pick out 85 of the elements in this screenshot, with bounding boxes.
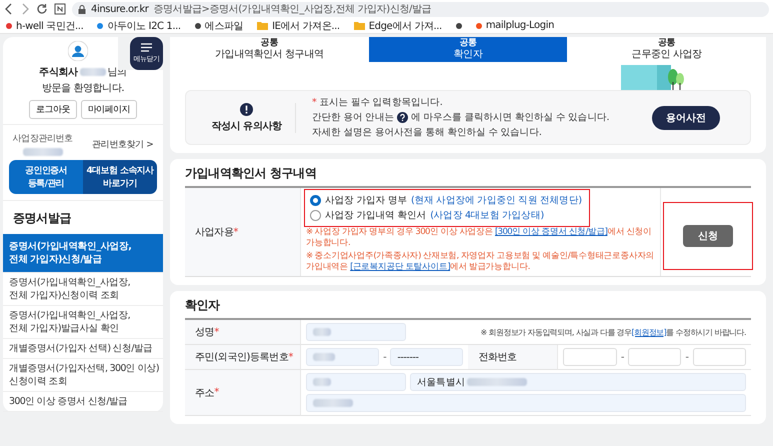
bookmark-link[interactable]: IE에서 가져온... — [272, 18, 340, 32]
bookmark-link[interactable]: h-well 국민건... — [16, 18, 84, 32]
back-icon — [4, 3, 14, 15]
warning-note: ※ 사업장 가입자 명부의 경우 300인 이상 사업장은 [300인 이상 증명서 신청/발급]에서 신청이 가능합니다. — [306, 227, 653, 249]
input-field[interactable] — [306, 348, 380, 366]
sidebar-menu-item[interactable]: 증명서(가입내역확인_사업장, 전체 가입자)신청이력 조회 — [3, 273, 163, 306]
address-bar[interactable]: 4insure.or.kr 증명서발급>증명서(가입내역확인_사업장,전체 가입자)신청/발급 — [72, 2, 769, 16]
glossary-button[interactable]: 용어사전 — [652, 106, 720, 130]
required-mark: * — [214, 326, 219, 338]
url-host: 4insure.or.kr — [91, 4, 148, 14]
quick-link-button[interactable]: 4대보험 소속지사 바로가기 — [83, 160, 157, 194]
separator-text: - — [620, 352, 624, 362]
field-label: 주민(외국인)등록번호 — [195, 351, 288, 364]
field-label: 성명 — [195, 326, 214, 339]
field-label: 주소 — [195, 386, 214, 400]
step-tab[interactable]: 공통 가입내역확인서 청구내역 — [170, 37, 369, 64]
apply-button[interactable]: 신청 — [683, 225, 733, 247]
field-label: 사업장관리번호 — [12, 133, 73, 145]
input-field[interactable] — [306, 394, 746, 412]
forward-icon — [20, 3, 30, 15]
company-name: 주식회사 — [39, 66, 78, 79]
bookmark-dot-icon — [6, 22, 12, 28]
required-mark: * — [233, 226, 238, 238]
bookmark-link[interactable]: 에스파일 — [204, 18, 244, 32]
radio-button[interactable] — [310, 210, 321, 221]
blurred-text — [22, 148, 63, 156]
field-label: 사업자용 — [195, 226, 234, 239]
option-label: 사업장 가입자 명부 — [325, 194, 408, 207]
folder-icon — [257, 21, 268, 30]
sidebar-menu-item[interactable]: 개별증명서(가입자 선택) 신청/발급 — [3, 339, 163, 359]
input-field[interactable]: 서울특별시 — [410, 373, 746, 391]
notice-text: 간단한 용어 안내는 — [312, 111, 394, 124]
notice-text: 에 마우스를 클릭하시면 확인하실 수 있습니다. — [411, 111, 610, 124]
step-tab[interactable]: 공통 확인자 — [368, 37, 568, 64]
input-field[interactable] — [306, 373, 406, 391]
page-link[interactable]: [근로복지공단 토탈사이트] — [350, 262, 450, 272]
required-mark: * — [288, 352, 294, 362]
alert-icon — [240, 102, 253, 116]
blurred-text — [80, 68, 106, 76]
greeting-text: 방문을 환영합니다. — [40, 82, 126, 95]
input-field[interactable] — [306, 323, 406, 341]
option-note: (사업장 4대보험 가입상태) — [430, 209, 544, 222]
notice-text: 표시는 필수 입력항목입니다. — [319, 96, 442, 109]
input-field[interactable] — [692, 348, 746, 366]
input-field[interactable] — [563, 348, 617, 366]
input-field[interactable]: ------- — [390, 348, 464, 366]
help-icon — [397, 112, 408, 123]
option-label: 사업장 가입내역 확인서 — [325, 209, 426, 222]
notice-text: 자세한 설명은 용어사전을 통해 확인하실 수 있습니다. — [312, 126, 543, 139]
separator-text: - — [383, 352, 386, 362]
required-mark: * — [214, 387, 219, 398]
warning-note: ※ 중소기업사업주(가족종사자) 산재보험, 자영업자 고용보험 및 예술인/특수형태근로종사자의 가입내역은 [근로복지공단 토탈사이트]에서 발급가능합니다. — [306, 251, 655, 273]
url-path: 증명서발급>증명서(가입내역확인_사업장,전체 가입자)신청/발급 — [153, 3, 432, 16]
field-label: 전화번호 — [478, 351, 517, 364]
lock-icon — [78, 4, 86, 14]
user-avatar-icon — [68, 41, 88, 61]
quick-link-button[interactable]: 공인인증서 등록/관리 — [9, 160, 83, 194]
input-field[interactable] — [628, 348, 682, 366]
step-tab[interactable]: 공통 근무중인 사업장 — [567, 37, 766, 64]
find-number-link[interactable]: 관리번호찾기 > — [92, 138, 154, 150]
required-mark: * — [312, 97, 316, 108]
sidebar-menu-item[interactable]: 개별증명서(가입자선택, 300인 이상) 신청이력 조회 — [3, 359, 163, 392]
info-note: ※ 회원정보가 자동입력되며, 사실과 다를 경우[회원정보]를 수정하시기 바랍니다. — [480, 326, 746, 338]
bookmark-link[interactable]: mailplug-Login — [486, 20, 554, 31]
member-info-link[interactable]: [회원정보] — [631, 328, 666, 336]
bookmark-link[interactable]: 아두이노 I2C 1... — [107, 18, 181, 32]
folder-icon — [354, 21, 365, 30]
option-note: (현재 사업장에 가입중인 직원 전체명단) — [411, 194, 582, 207]
menu-icon — [141, 43, 152, 52]
bookmark-dot-icon — [476, 22, 482, 28]
separator-text: - — [685, 352, 689, 362]
sidebar-menu-item[interactable]: 증명서(가입내역확인_사업장, 전체 가입자)신청/발급 — [3, 234, 163, 273]
notice-title: 작성시 유의사항 — [211, 120, 282, 132]
account-button[interactable]: 로그아웃 — [29, 100, 77, 119]
reader-icon — [54, 3, 66, 15]
page-link[interactable]: [300인 이상 증명서 신청/발급] — [494, 227, 608, 237]
bookmark-dot-icon — [456, 22, 462, 28]
bookmark-dot-icon — [194, 22, 201, 28]
bookmark-dot-icon — [97, 22, 104, 28]
account-button[interactable]: 마이페이지 — [80, 100, 137, 119]
bookmark-link[interactable]: Edge에서 가져... — [368, 18, 442, 32]
radio-button[interactable] — [310, 195, 321, 206]
reload-icon — [36, 3, 48, 15]
sidebar-menu-item[interactable]: 증명서(가입내역확인_사업장, 전체 가입자)발급사실 확인 — [3, 306, 163, 339]
sidebar-menu-item[interactable]: 300인 이상 증명서 신청/발급 — [3, 392, 163, 412]
